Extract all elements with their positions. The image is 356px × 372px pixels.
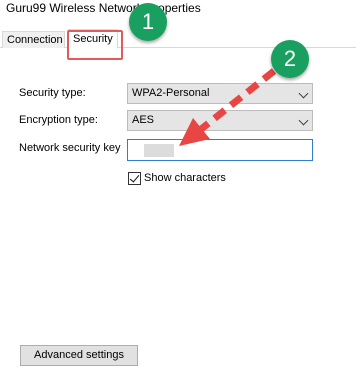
tab-connection[interactable]: Connection bbox=[2, 31, 65, 48]
chevron-down-icon bbox=[298, 88, 309, 99]
encryption-type-select[interactable]: AES bbox=[127, 110, 313, 131]
encryption-type-value: AES bbox=[132, 114, 155, 126]
advanced-settings-button[interactable]: Advanced settings bbox=[20, 345, 138, 366]
security-type-select[interactable]: WPA2-Personal bbox=[127, 83, 313, 104]
network-security-key-input[interactable] bbox=[127, 139, 313, 161]
show-characters-checkbox[interactable] bbox=[128, 172, 141, 185]
security-type-value: WPA2-Personal bbox=[132, 87, 210, 99]
network-key-label: Network security key bbox=[19, 142, 121, 154]
step-2-badge: 2 bbox=[271, 40, 309, 78]
key-blur-mask bbox=[144, 144, 174, 157]
show-characters-label: Show characters bbox=[144, 172, 226, 184]
checkmark-icon bbox=[129, 172, 140, 183]
security-tab-highlight bbox=[67, 30, 123, 60]
window-title: Guru99 Wireless Network Properties bbox=[6, 1, 201, 15]
security-panel: Security type: WPA2-Personal Encryption … bbox=[0, 48, 356, 372]
chevron-down-icon bbox=[298, 115, 309, 126]
encryption-type-label: Encryption type: bbox=[19, 114, 98, 126]
step-1-badge: 1 bbox=[129, 3, 167, 41]
window-title-bar: Guru99 Wireless Network Properties bbox=[0, 0, 356, 24]
security-type-label: Security type: bbox=[19, 87, 86, 99]
tab-connection-label: Connection bbox=[7, 34, 63, 46]
